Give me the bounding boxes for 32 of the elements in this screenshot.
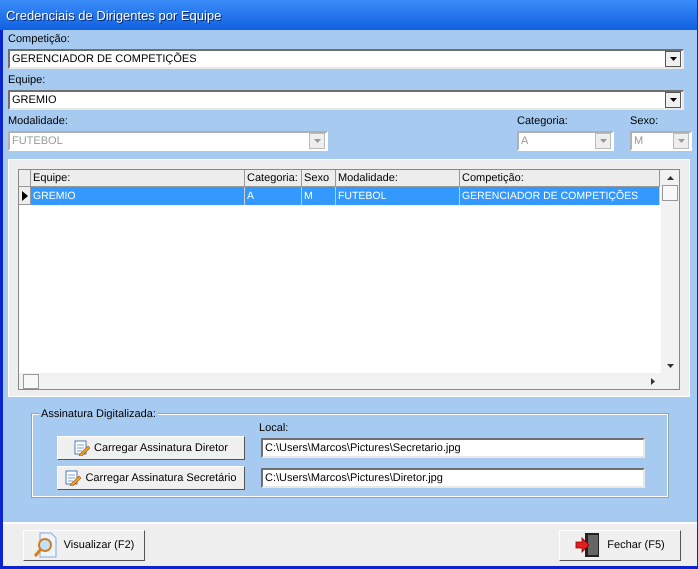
table-cell: FUTEBOL <box>336 187 460 205</box>
field-label: Equipe: <box>8 74 46 87</box>
path-field[interactable]: C:\Users\Marcos\Pictures\Secretario.jpg <box>261 438 645 458</box>
close-button[interactable]: Fechar (F5) <box>559 530 681 560</box>
exit-door-icon <box>575 532 602 558</box>
horizontal-scrollbar[interactable] <box>19 373 661 389</box>
field-label: Sexo: <box>630 115 660 128</box>
edit-document-icon <box>65 470 82 486</box>
vertical-scrollbar[interactable] <box>661 170 679 389</box>
table-cell: GREMIO <box>31 187 245 205</box>
field-label: Categoria: <box>517 115 569 128</box>
scrollbar-thumb[interactable] <box>662 185 678 201</box>
load-signature-button[interactable]: Carregar Assinatura Diretor <box>57 436 245 460</box>
table-cell: M <box>302 187 336 205</box>
group-title: Assinatura Digitalizada: <box>39 408 158 420</box>
load-signature-button[interactable]: Carregar Assinatura Secretário <box>57 466 245 490</box>
scrollbar-thumb[interactable] <box>23 374 39 388</box>
edit-document-icon <box>74 440 90 456</box>
scroll-up-icon[interactable] <box>666 176 674 181</box>
table-cell: A <box>245 187 302 205</box>
window-title: Credenciais de Dirigentes por Equipe <box>0 0 697 30</box>
scroll-down-icon[interactable] <box>666 364 674 369</box>
field-label: Local: <box>259 422 290 436</box>
dropdown[interactable]: GREMIO <box>8 90 684 110</box>
table-cell: GERENCIADOR DE COMPETIÇÕES <box>460 187 660 205</box>
field-label: Modalidade: <box>8 115 69 128</box>
dropdown[interactable]: GERENCIADOR DE COMPETIÇÕES <box>8 49 684 69</box>
preview-button[interactable]: Visualizar (F2) <box>23 530 145 560</box>
field-label: Competição: <box>8 33 71 46</box>
path-field[interactable]: C:\Users\Marcos\Pictures\Diretor.jpg <box>261 468 645 488</box>
magnifier-document-icon <box>34 532 58 558</box>
scroll-right-icon[interactable] <box>651 378 657 384</box>
